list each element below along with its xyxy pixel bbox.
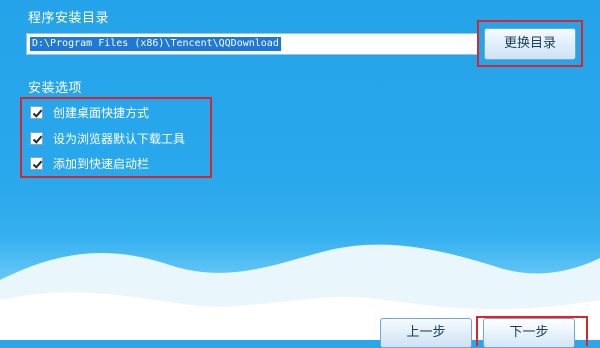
- back-button[interactable]: 上一步: [380, 318, 472, 348]
- install-path-value[interactable]: D:\Program Files (x86)\Tencent\QQDownloa…: [30, 37, 281, 51]
- install-options-title: 安装选项: [28, 81, 83, 96]
- highlight-box-options: [20, 97, 212, 178]
- install-path-field[interactable]: D:\Program Files (x86)\Tencent\QQDownloa…: [26, 33, 478, 55]
- highlight-box-next: [476, 316, 588, 346]
- install-dir-title: 程序安装目录: [28, 11, 110, 26]
- highlight-box-change-dir: [477, 20, 583, 67]
